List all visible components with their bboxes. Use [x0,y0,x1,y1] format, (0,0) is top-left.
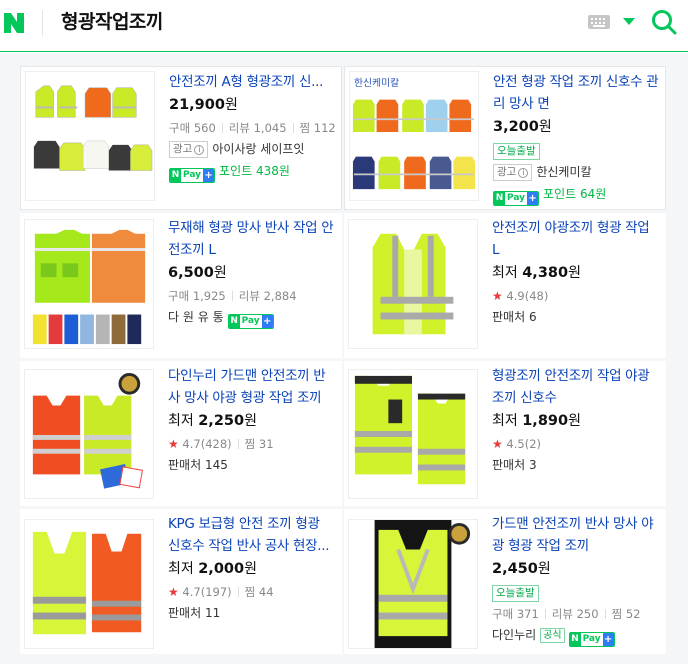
product-card[interactable]: 한신케미칼 안전 형광 작업 조끼 신호수 관리 망사 면 3,200원 오늘출… [344,66,666,210]
product-price: 최저 4,380원 [492,265,581,281]
npay-icon: N Pay + [227,314,274,329]
info-icon[interactable]: i [518,168,529,178]
product-thumbnail[interactable] [348,519,478,649]
seller-row: 광고 i 아이사랑 세이프잇 [169,139,335,159]
seller-row: 다 원 유 통 N Pay + [168,307,334,329]
npay-icon: N Pay + [493,191,540,206]
header-divider [42,10,43,36]
product-thumbnail[interactable] [24,519,154,649]
rating-row: ★ 4.7(428) 찜 31 [168,437,274,451]
rating-row: ★ 4.5(2) [492,437,542,451]
npay-icon: N Pay + [568,632,615,647]
delivery-tag: 오늘출발 [493,143,540,160]
seller-row: 광고 i 한신케미칼 [493,162,659,182]
ad-badge[interactable]: 광고 i [169,141,209,158]
product-title[interactable]: 안전 형광 작업 조끼 신호수 관리 망사 면 [493,71,659,115]
sellers-row: 판매처 11 [168,606,221,620]
product-price: 최저 2,250원 [168,413,257,429]
star-icon: ★ [168,585,179,599]
product-price: 6,500원 [168,265,227,281]
info-icon[interactable]: i [194,145,205,155]
rating-row: ★ 4.9(48) [492,289,549,303]
ad-badge[interactable]: 광고 i [493,164,533,181]
product-card[interactable]: 안전조끼 A형 형광조끼 신... 21,900원 구매 560 리뷰 1,045… [20,66,342,210]
point-row: N Pay + 포인트 64원 [493,184,659,206]
product-title[interactable]: 다인누리 가드맨 안전조끼 반사 망사 야광 형광 작업 조끼 [168,365,334,409]
product-title[interactable]: 형광조끼 안전조끼 작업 야광 조끼 신호수 [492,365,658,409]
tag-row: 오늘출발 [493,140,659,160]
point-text: 포인트 64원 [543,187,607,201]
product-price: 2,450원 [492,561,551,577]
point-text: 포인트 438원 [219,164,290,178]
product-price: 3,200원 [493,119,552,135]
product-title[interactable]: KPG 보급형 안전 조끼 형광 신호수 작업 반사 공사 현장... [168,513,334,557]
search-icon[interactable] [650,8,678,36]
product-thumbnail[interactable] [24,219,154,349]
keyboard-icon[interactable] [588,15,610,29]
delivery-tag: 오늘출발 [492,585,539,602]
product-card[interactable]: 형광조끼 안전조끼 작업 야광 조끼 신호수 최저 1,890원 ★ 4.5(2… [344,361,666,506]
product-stats: 구매 371 리뷰 250 찜 52 [492,607,641,621]
naver-logo-icon[interactable] [2,11,26,35]
product-thumbnail[interactable] [24,369,154,499]
product-thumbnail[interactable] [25,71,155,201]
product-thumbnail[interactable]: 한신케미칼 [349,71,479,201]
product-grid: 안전조끼 A형 형광조끼 신... 21,900원 구매 560 리뷰 1,045… [0,53,688,664]
thumb-brand-text: 한신케미칼 [354,77,399,89]
tag-row: 오늘출발 [492,582,658,602]
sellers-row: 판매처 145 [168,458,228,472]
top-search-bar: 형광작업조끼 [0,0,688,52]
star-icon: ★ [492,437,503,451]
product-price: 21,900원 [169,97,238,113]
product-title[interactable]: 안전조끼 A형 형광조끼 신... [169,71,335,93]
product-card[interactable]: 다인누리 가드맨 안전조끼 반사 망사 야광 형광 작업 조끼 최저 2,250… [20,361,342,506]
official-badge: 공식 [540,628,565,643]
product-price: 최저 1,890원 [492,413,581,429]
product-thumbnail[interactable] [348,219,478,349]
seller-name[interactable]: 아이사랑 세이프잇 [212,142,304,156]
product-thumbnail[interactable] [348,369,478,499]
product-title[interactable]: 무재해 형광 망사 반사 작업 안전조끼 L [168,217,334,261]
product-title[interactable]: 안전조끼 야광조끼 형광 작업 L [492,217,658,261]
star-icon: ★ [492,289,503,303]
seller-name[interactable]: 다인누리 [492,628,536,642]
seller-name[interactable]: 다 원 유 통 [168,310,224,324]
star-icon: ★ [168,437,179,451]
sellers-row: 판매처 3 [492,458,537,472]
npay-icon: N Pay + [169,168,216,183]
point-row: N Pay + 포인트 438원 [169,161,335,183]
product-card[interactable]: 안전조끼 야광조끼 형광 작업 L 최저 4,380원 ★ 4.9(48) 판매… [344,213,666,358]
product-stats: 구매 560 리뷰 1,045 찜 112 [169,121,336,135]
rating-row: ★ 4.7(197) 찜 44 [168,585,274,599]
sellers-row: 판매처 6 [492,310,537,324]
product-price: 최저 2,000원 [168,561,257,577]
product-card[interactable]: 무재해 형광 망사 반사 작업 안전조끼 L 6,500원 구매 1,925 리뷰… [20,213,342,358]
product-title[interactable]: 가드맨 안전조끼 반사 망사 야광 형광 작업 조끼 [492,513,658,557]
seller-name[interactable]: 한신케미칼 [536,165,591,179]
product-card[interactable]: KPG 보급형 안전 조끼 형광 신호수 작업 반사 공사 현장... 최저 2… [20,509,342,654]
product-card[interactable]: 가드맨 안전조끼 반사 망사 야광 형광 작업 조끼 2,450원 오늘출발 구… [344,509,666,654]
seller-row: 다인누리 공식 N Pay + [492,625,658,647]
search-query-text[interactable]: 형광작업조끼 [61,8,163,36]
chevron-down-icon[interactable] [623,18,635,25]
product-stats: 구매 1,925 리뷰 2,884 [168,289,297,303]
